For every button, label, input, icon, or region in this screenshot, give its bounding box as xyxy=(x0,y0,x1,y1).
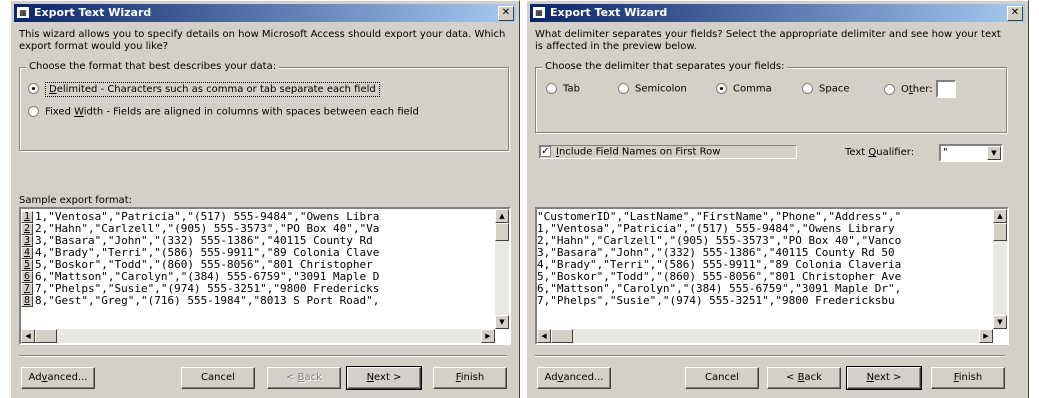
horizontal-scrollbar[interactable]: ◀ ▶ xyxy=(21,329,495,343)
cancel-button[interactable]: Cancel xyxy=(685,367,759,389)
preview-lines: "CustomerID","LastName","FirstName","Pho… xyxy=(537,211,901,307)
fixed-width-label: idth - Fields are aligned in columns wit… xyxy=(83,106,419,118)
text-qualifier-value: " xyxy=(943,147,948,158)
separator xyxy=(19,355,507,357)
row-number: 2 xyxy=(21,223,33,235)
space-radio[interactable]: Space xyxy=(802,83,849,95)
title-bar[interactable]: ▦ Export Text Wizard ✕ xyxy=(14,4,516,22)
format-group: Choose the format that best describes yo… xyxy=(19,61,509,151)
radio-unselected-icon xyxy=(618,83,629,94)
row-number: 7 xyxy=(21,283,33,295)
sample-label: Sample export format: xyxy=(19,195,132,206)
delimited-label: elimited - Characters such as comma or t… xyxy=(56,83,376,95)
format-group-label: Choose the format that best describes yo… xyxy=(26,61,280,72)
semicolon-radio[interactable]: Semicolon xyxy=(618,83,687,95)
other-radio[interactable]: Other: xyxy=(884,80,956,98)
vertical-scrollbar[interactable]: ▲ ▼ xyxy=(993,209,1007,329)
scroll-thumb[interactable] xyxy=(495,223,509,241)
fixed-accel: W xyxy=(74,106,84,118)
radio-selected-icon xyxy=(716,83,727,94)
advanced-button[interactable]: Advanced... xyxy=(21,367,95,389)
window-title: Export Text Wizard xyxy=(34,6,152,19)
include-field-names-checkbox[interactable]: ✓ Include Field Names on First Row xyxy=(539,145,797,159)
scroll-up-icon[interactable]: ▲ xyxy=(495,209,509,223)
radio-selected-icon xyxy=(28,83,39,94)
delimiter-group: Choose the delimiter that separates your… xyxy=(535,61,1007,133)
cancel-button[interactable]: Cancel xyxy=(181,367,255,389)
tab-radio[interactable]: Tab xyxy=(546,83,580,95)
sample-row: 8 8,"Gest","Greg","(716) 555-1984","8013 … xyxy=(21,295,379,307)
scroll-thumb-h[interactable] xyxy=(35,329,57,343)
horizontal-scrollbar[interactable]: ◀ ▶ xyxy=(537,329,993,343)
advanced-button[interactable]: Advanced... xyxy=(537,367,611,389)
scroll-down-icon[interactable]: ▼ xyxy=(993,315,1007,329)
close-button[interactable]: ✕ xyxy=(498,6,514,21)
text-qualifier-label: Text Qualifier: xyxy=(845,147,915,158)
intro-text: What delimiter separates your fields? Se… xyxy=(535,29,1001,52)
radio-unselected-icon xyxy=(884,83,895,95)
radio-unselected-icon xyxy=(28,106,39,117)
export-wizard-step2-window: ▦ Export Text Wizard ✕ What delimiter se… xyxy=(526,0,1029,398)
row-number: 6 xyxy=(21,271,33,283)
separator xyxy=(535,355,1005,357)
next-button[interactable]: Next > xyxy=(346,366,422,390)
window-icon: ▦ xyxy=(533,7,545,18)
fixed-width-radio[interactable]: Fixed Width - Fields are aligned in colu… xyxy=(28,106,419,118)
scroll-down-icon[interactable]: ▼ xyxy=(495,315,509,329)
row-number: 5 xyxy=(21,259,33,271)
finish-button[interactable]: Finish xyxy=(931,367,1005,389)
radio-unselected-icon xyxy=(546,83,557,94)
delimiter-group-label: Choose the delimiter that separates your… xyxy=(542,61,788,72)
fixed-pre: Fixed xyxy=(45,106,75,118)
radio-unselected-icon xyxy=(802,83,813,94)
scroll-right-icon[interactable]: ▶ xyxy=(979,329,993,343)
sample-preview[interactable]: 1 1,"Ventosa","Patricia","(517) 555-9484"… xyxy=(19,207,511,345)
comma-radio[interactable]: Comma xyxy=(716,83,772,95)
row-number: 1 xyxy=(21,211,33,223)
row-number: 3 xyxy=(21,235,33,247)
dropdown-arrow-icon[interactable]: ▼ xyxy=(987,146,1001,160)
scroll-right-icon[interactable]: ▶ xyxy=(481,329,495,343)
delimited-radio[interactable]: Delimited - Characters such as comma or … xyxy=(28,81,380,97)
scroll-left-icon[interactable]: ◀ xyxy=(537,329,551,343)
vertical-scrollbar[interactable]: ▲ ▼ xyxy=(495,209,509,329)
scroll-left-icon[interactable]: ◀ xyxy=(21,329,35,343)
preview-row: 7,"Phelps","Susie","(974) 555-3251","980… xyxy=(537,294,895,307)
delimited-accel: D xyxy=(49,83,57,95)
back-button[interactable]: < Back xyxy=(767,367,841,389)
finish-button[interactable]: Finish xyxy=(433,367,507,389)
scroll-thumb[interactable] xyxy=(993,223,1007,241)
sample-row-text: 8,"Gest","Greg","(716) 555-1984","8013 S… xyxy=(35,294,380,307)
other-delimiter-input[interactable] xyxy=(935,80,956,98)
close-button[interactable]: ✕ xyxy=(1007,6,1023,21)
delimited-preview[interactable]: "CustomerID","LastName","FirstName","Pho… xyxy=(535,207,1009,345)
checkbox-checked-icon: ✓ xyxy=(540,146,551,157)
scroll-thumb-h[interactable] xyxy=(551,329,573,343)
intro-text: This wizard allows you to specify detail… xyxy=(19,29,506,52)
row-number: 4 xyxy=(21,247,33,259)
scroll-up-icon[interactable]: ▲ xyxy=(993,209,1007,223)
sample-lines: 1 1,"Ventosa","Patricia","(517) 555-9484"… xyxy=(21,211,379,307)
row-number: 8 xyxy=(21,295,33,307)
window-title: Export Text Wizard xyxy=(550,6,668,19)
window-icon: ▦ xyxy=(17,7,29,18)
next-button[interactable]: Next > xyxy=(846,366,922,390)
export-wizard-step1-window: ▦ Export Text Wizard ✕ This wizard allow… xyxy=(10,0,520,398)
text-qualifier-select[interactable]: " ▼ xyxy=(939,144,1003,162)
back-button[interactable]: < Back xyxy=(267,367,341,389)
title-bar[interactable]: ▦ Export Text Wizard ✕ xyxy=(530,4,1025,22)
